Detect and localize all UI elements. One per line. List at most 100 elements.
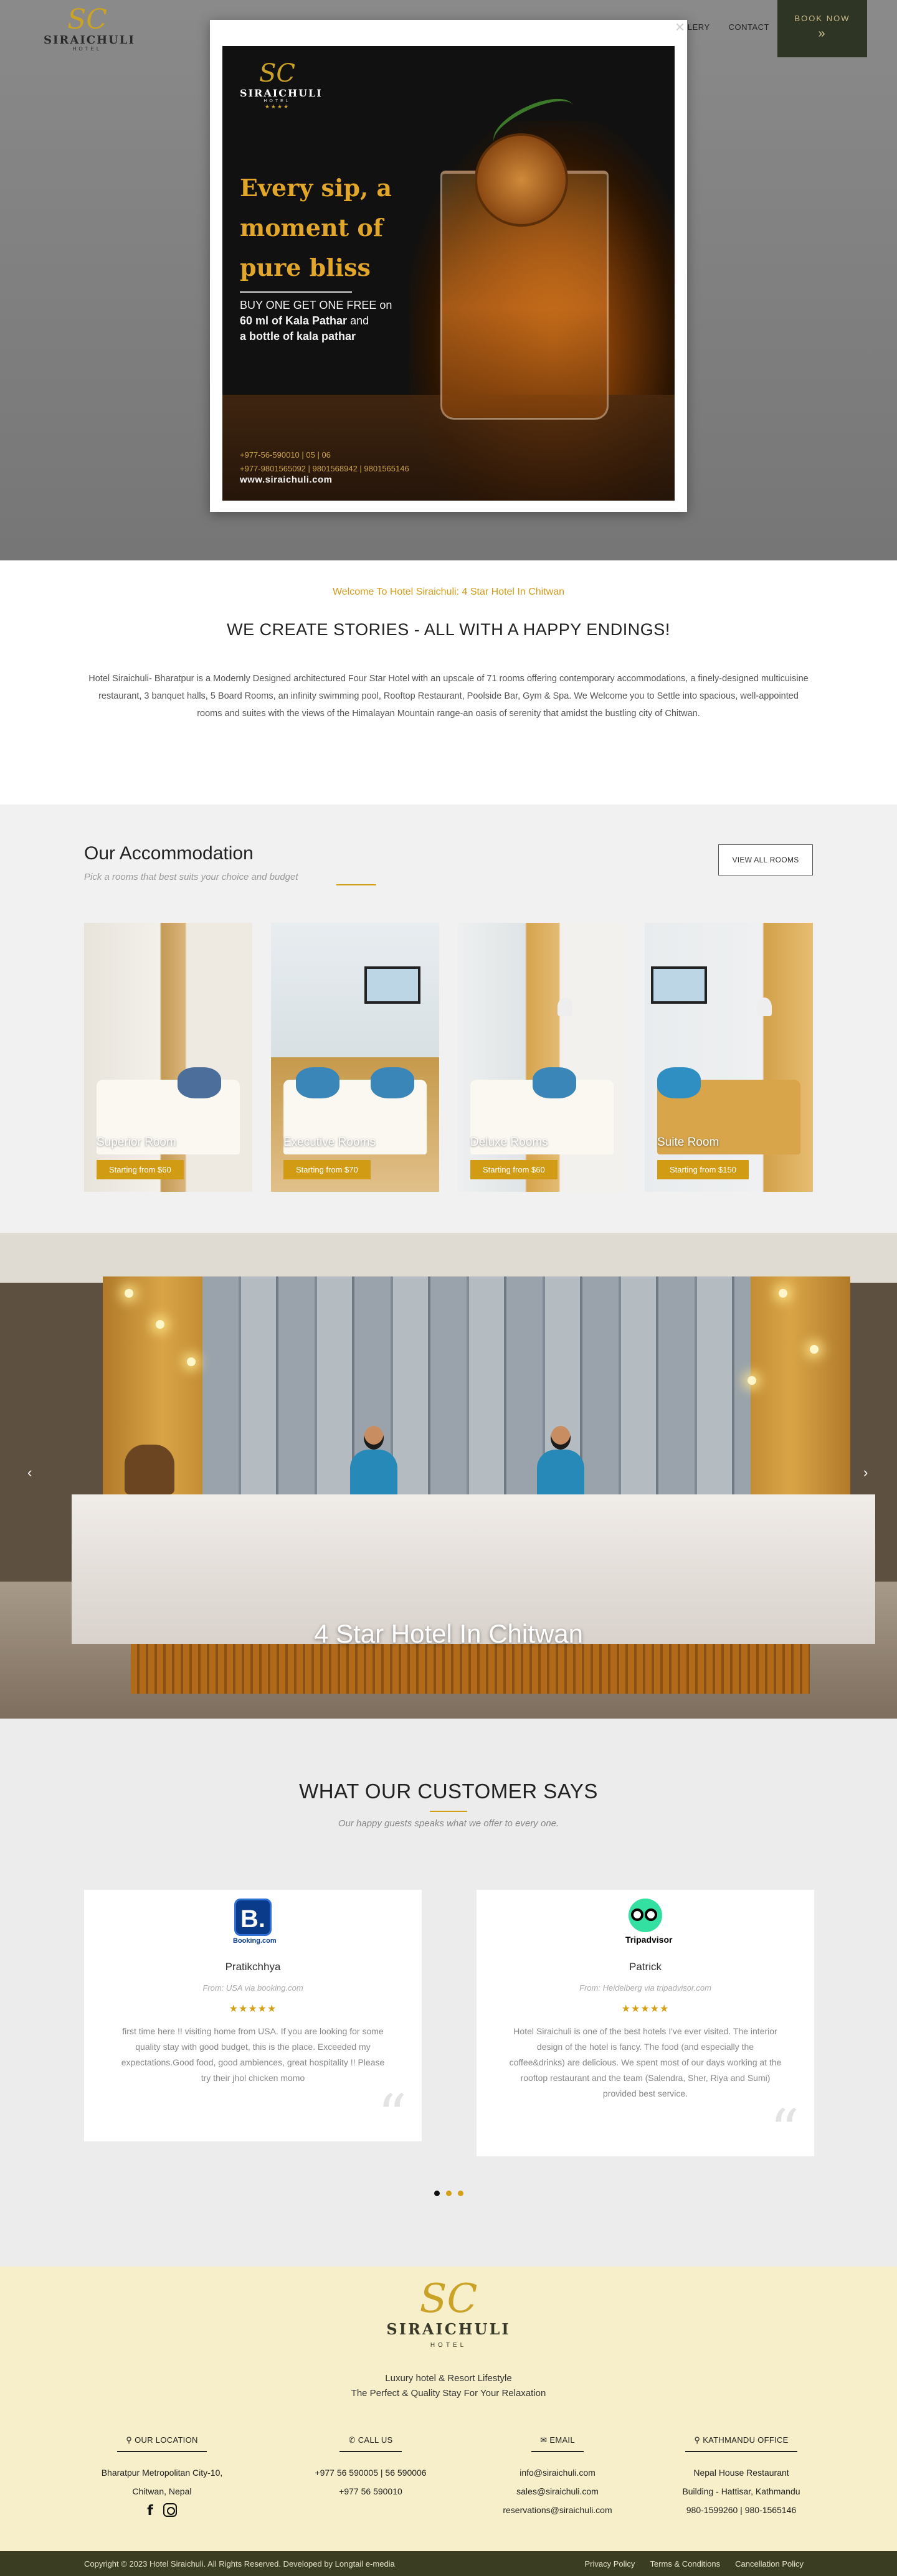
- carousel-dot[interactable]: [457, 2191, 463, 2196]
- hero-section: SC SIRAICHULI HOTEL LERY CONTACT BOOK NO…: [0, 0, 897, 560]
- slide-ceiling: [0, 1233, 897, 1283]
- carousel-dots: [0, 2191, 897, 2196]
- footer-heading-text: EMAIL: [549, 2435, 575, 2445]
- welcome-paragraph: Hotel Siraichuli- Bharatpur is a Modernl…: [88, 674, 809, 719]
- footer-logo-sub: HOTEL: [430, 2342, 467, 2349]
- logo-monogram: SC: [67, 4, 107, 35]
- cancellation-policy-link[interactable]: Cancellation Policy: [735, 2559, 804, 2569]
- room-name: Deluxe Rooms: [470, 1136, 548, 1149]
- footer-tagline-2: The Perfect & Quality Stay For Your Rela…: [351, 2388, 546, 2399]
- promo-logo-stars: ★★★★: [264, 103, 290, 110]
- site-footer: SC SIRAICHULI HOTEL Luxury hotel & Resor…: [0, 2267, 897, 2551]
- footer-logo-brand: SIRAICHULI: [386, 2320, 511, 2338]
- instagram-icon[interactable]: [163, 2503, 177, 2517]
- booking-icon: B.: [234, 1899, 272, 1936]
- quote-icon: “: [377, 2082, 407, 2149]
- testimonials-subtitle: Our happy guests speaks what we offer to…: [338, 1818, 559, 1829]
- welcome-heading: WE CREATE STORIES - ALL WITH A HAPPY END…: [227, 620, 670, 639]
- tripadvisor-owl-icon: [629, 1899, 662, 1932]
- accent-divider: [336, 884, 376, 885]
- social-links: f: [84, 2503, 240, 2519]
- nav-item-contact[interactable]: CONTACT: [729, 22, 769, 32]
- room-art: [364, 966, 420, 1004]
- room-card-deluxe[interactable]: Deluxe Rooms Starting from $60: [458, 923, 626, 1192]
- slide-chandelier-light: [125, 1289, 133, 1298]
- map-marker-icon: ⚲: [694, 2435, 701, 2445]
- logo-brand: SIRAICHULI: [44, 34, 135, 47]
- footer-email: ✉ EMAIL info@siraichuli.com sales@siraich…: [480, 2435, 635, 2518]
- slide-desk-base: [131, 1644, 810, 1694]
- footer-logo-monogram: SC: [419, 2276, 478, 2322]
- quote-icon: “: [769, 2097, 799, 2164]
- slider-prev-icon[interactable]: ‹: [27, 1465, 32, 1481]
- promo-image: SC SIRAICHULI HOTEL ★★★★ Every sip, a mo…: [222, 46, 675, 501]
- footer-phone[interactable]: 980-1599260 | 980-1565146: [663, 2502, 819, 2518]
- room-price-badge[interactable]: Starting from $60: [470, 1160, 558, 1179]
- footer-location: ⚲ OUR LOCATION Bharatpur Metropolitan Cit…: [84, 2435, 240, 2519]
- room-price-badge[interactable]: Starting from $150: [657, 1160, 749, 1179]
- footer-email-link[interactable]: info@siraichuli.com: [480, 2465, 635, 2481]
- slide-receptionist: [537, 1426, 584, 1501]
- testimonials-section: WHAT OUR CUSTOMER SAYS Our happy guests …: [0, 1719, 897, 2267]
- room-lamp: [757, 998, 772, 1016]
- footer-email-link[interactable]: reservations@siraichuli.com: [480, 2502, 635, 2518]
- room-name: Suite Room: [657, 1136, 719, 1149]
- footer-legal-links: Privacy Policy Terms & Conditions Cancel…: [585, 2559, 804, 2569]
- room-price-badge[interactable]: Starting from $60: [97, 1160, 184, 1179]
- footer-phone[interactable]: +977 56 590005 | 56 590006: [293, 2465, 448, 2481]
- promo-logo-brand: SIRAICHULI: [240, 87, 323, 99]
- footer-email-link[interactable]: sales@siraichuli.com: [480, 2483, 635, 2499]
- slide-chandelier-light: [779, 1289, 787, 1298]
- carousel-dot[interactable]: [434, 2191, 440, 2196]
- footer-kathmandu-office: ⚲ KATHMANDU OFFICE Nepal House Restaurant…: [663, 2435, 819, 2518]
- site-logo[interactable]: SC SIRAICHULI HOTEL: [44, 4, 135, 57]
- accommodation-section: Our Accommodation Pick a rooms that best…: [0, 804, 897, 1233]
- privacy-policy-link[interactable]: Privacy Policy: [585, 2559, 635, 2569]
- room-pillow: [533, 1067, 576, 1098]
- welcome-kicker: Welcome To Hotel Siraichuli: 4 Star Hote…: [332, 587, 564, 597]
- footer-logo[interactable]: SC SIRAICHULI HOTEL: [386, 2278, 511, 2349]
- reviewer-origin: From: USA via booking.com: [202, 1983, 303, 1993]
- footer-heading-text: CALL US: [358, 2435, 393, 2445]
- carousel-dot[interactable]: [445, 2191, 452, 2196]
- main-nav: LERY CONTACT: [688, 22, 769, 32]
- room-lamp: [558, 998, 572, 1016]
- room-name: Executive Rooms: [283, 1136, 376, 1149]
- footer-email-heading: ✉ EMAIL: [531, 2435, 584, 2452]
- accent-divider: [430, 1811, 467, 1812]
- footer-call-heading: ✆ CALL US: [339, 2435, 402, 2452]
- promo-logo: SC SIRAICHULI HOTEL ★★★★: [240, 60, 323, 110]
- booking-logo: B. Booking.com: [233, 1899, 277, 1948]
- terms-link[interactable]: Terms & Conditions: [650, 2559, 720, 2569]
- footer-phone[interactable]: +977 56 590010: [293, 2483, 448, 2499]
- slide-chandelier-light: [187, 1357, 196, 1366]
- slide-caption: 4 Star Hotel In Chitwan: [314, 1619, 583, 1648]
- room-price-badge[interactable]: Starting from $70: [283, 1160, 371, 1179]
- promo-offer-line1: BUY ONE GET ONE FREE on: [240, 299, 392, 311]
- footer-line: Bharatpur Metropolitan City-10,: [101, 2468, 223, 2478]
- room-card-superior[interactable]: Superior Room Starting from $60: [84, 923, 252, 1192]
- slide-receptionist: [350, 1426, 397, 1501]
- room-art: [651, 966, 707, 1004]
- room-pillow: [657, 1067, 701, 1098]
- slider-next-icon[interactable]: ›: [863, 1465, 868, 1481]
- book-now-button[interactable]: BOOK NOW »: [777, 0, 867, 57]
- accommodation-subtitle: Pick a rooms that best suits your choice…: [84, 872, 298, 882]
- review-text: Hotel Siraichuli is one of the best hote…: [509, 2026, 782, 2098]
- footer-tagline-1: Luxury hotel & Resort Lifestyle: [385, 2373, 512, 2384]
- accommodation-title: Our Accommodation: [84, 843, 254, 864]
- close-icon[interactable]: ×: [675, 17, 685, 37]
- rating-stars: ★★★★★: [621, 2004, 670, 2014]
- room-name: Superior Room: [97, 1136, 176, 1149]
- book-now-label: BOOK NOW: [794, 14, 850, 23]
- testimonial-card: Tripadvisor Patrick From: Heidelberg via…: [477, 1890, 814, 2164]
- room-card-executive[interactable]: Executive Rooms Starting from $70: [271, 923, 439, 1192]
- view-all-rooms-button[interactable]: VIEW ALL ROOMS: [718, 844, 813, 875]
- facebook-icon[interactable]: f: [147, 2503, 153, 2519]
- logo-sub: HOTEL: [72, 46, 102, 52]
- welcome-section: Welcome To Hotel Siraichuli: 4 Star Hote…: [0, 560, 897, 804]
- promo-website: www.siraichuli.com: [240, 474, 333, 485]
- nav-item-gallery[interactable]: LERY: [688, 22, 710, 32]
- room-card-suite[interactable]: Suite Room Starting from $150: [645, 923, 813, 1192]
- promo-phones: +977-56-590010 | 05 | 06 +977-9801565092…: [240, 448, 409, 476]
